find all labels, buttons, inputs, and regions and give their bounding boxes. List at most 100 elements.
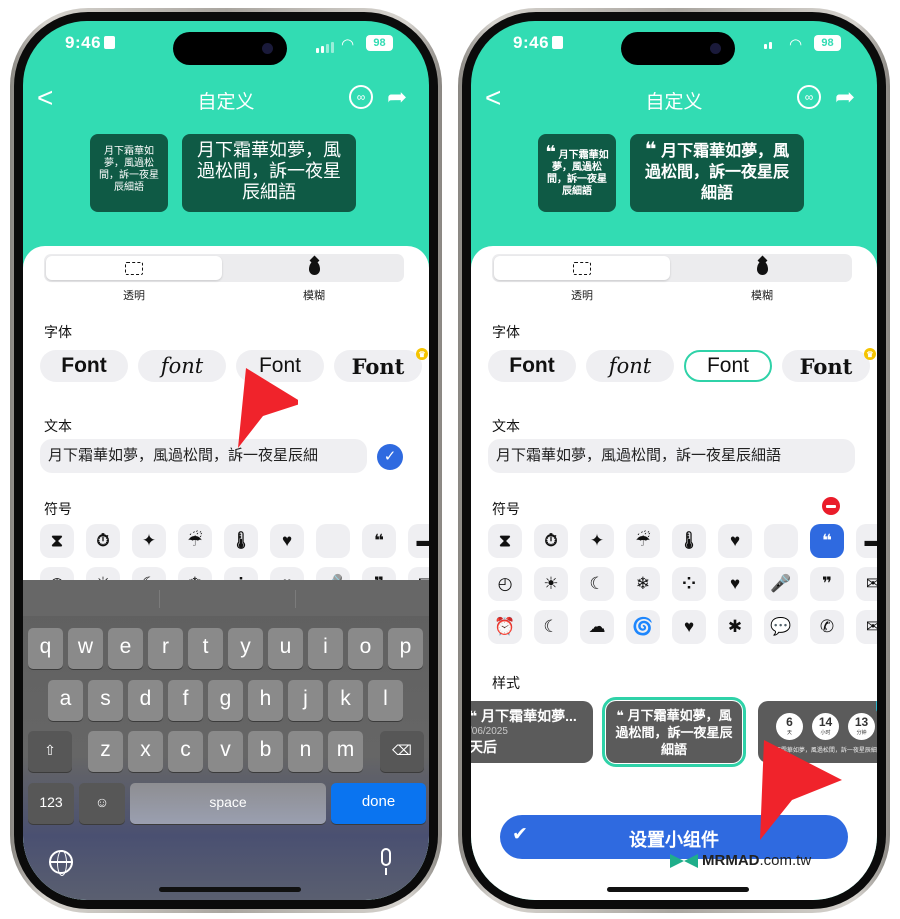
- key-e[interactable]: e: [108, 628, 143, 669]
- symbol-option[interactable]: ⏱: [534, 524, 568, 558]
- key-n[interactable]: n: [288, 731, 323, 772]
- symbol-option[interactable]: ♥: [270, 524, 304, 558]
- symbol-option[interactable]: ☾: [580, 567, 614, 601]
- key-d[interactable]: d: [128, 680, 163, 721]
- key-b[interactable]: b: [248, 731, 283, 772]
- symbol-option[interactable]: ♥: [718, 567, 752, 601]
- symbol-option[interactable]: ▬: [408, 524, 429, 558]
- key-o[interactable]: o: [348, 628, 383, 669]
- key-s[interactable]: s: [88, 680, 123, 721]
- key-t[interactable]: t: [188, 628, 223, 669]
- key-a[interactable]: a: [48, 680, 83, 721]
- symbol-option[interactable]: ❝: [362, 524, 396, 558]
- share-icon[interactable]: ➦: [835, 83, 855, 112]
- font-option-bold[interactable]: Font: [40, 350, 128, 382]
- segment-transparent[interactable]: [46, 256, 222, 280]
- symbol-option[interactable]: ☁: [580, 610, 614, 644]
- symbol-option[interactable]: ✦: [132, 524, 166, 558]
- key-k[interactable]: k: [328, 680, 363, 721]
- symbol-option[interactable]: ✱: [718, 610, 752, 644]
- nav-bar: < 自定义 ∞ ➦: [471, 83, 877, 117]
- symbol-option[interactable]: ❝: [810, 524, 844, 558]
- space-key[interactable]: space: [130, 783, 326, 824]
- symbol-option[interactable]: ♥: [718, 524, 752, 558]
- key-v[interactable]: v: [208, 731, 243, 772]
- share-icon[interactable]: ➦: [387, 83, 407, 112]
- symbol-option[interactable]: 🌡: [672, 524, 706, 558]
- key-w[interactable]: w: [68, 628, 103, 669]
- font-option-script[interactable]: font: [138, 350, 226, 382]
- text-input[interactable]: 月下霜華如夢，風過松間，訴一夜星辰細: [40, 439, 367, 473]
- symbol-option[interactable]: ✦: [580, 524, 614, 558]
- style-option-date[interactable]: ❝ 月下霜華如夢... /06/2025 天后: [471, 701, 593, 763]
- symbol-option[interactable]: ❞: [810, 567, 844, 601]
- key-p[interactable]: p: [388, 628, 423, 669]
- key-l[interactable]: l: [368, 680, 403, 721]
- font-option-script[interactable]: font: [586, 350, 674, 382]
- symbol-option[interactable]: 🌀: [626, 610, 660, 644]
- delete-key[interactable]: ⌫: [380, 731, 424, 772]
- widget-previews: 月下霜華如夢，風過松間，訴一夜星辰細語 月下霜華如夢，風過松間，訴一夜星辰細語: [23, 134, 429, 214]
- confirm-text-button[interactable]: ✓: [377, 444, 403, 470]
- symbol-option[interactable]: 🎤: [764, 567, 798, 601]
- key-g[interactable]: g: [208, 680, 243, 721]
- symbol-option[interactable]: [764, 524, 798, 558]
- symbol-option[interactable]: ▬: [856, 524, 877, 558]
- key-x[interactable]: x: [128, 731, 163, 772]
- key-u[interactable]: u: [268, 628, 303, 669]
- text-input[interactable]: 月下霜華如夢，風過松間，訴一夜星辰細語: [488, 439, 855, 473]
- microphone-icon[interactable]: [381, 848, 391, 875]
- key-h[interactable]: h: [248, 680, 283, 721]
- done-key[interactable]: done: [331, 783, 426, 824]
- dashed-rect-icon: [125, 261, 143, 275]
- symbol-option[interactable]: ◴: [488, 567, 522, 601]
- font-option-blackletter[interactable]: Font ♛: [334, 348, 428, 382]
- key-f[interactable]: f: [168, 680, 203, 721]
- watermark: MRMAD.com.tw: [670, 852, 811, 869]
- symbol-option[interactable]: ☾: [534, 610, 568, 644]
- symbol-option[interactable]: 💬: [764, 610, 798, 644]
- key-z[interactable]: z: [88, 731, 123, 772]
- key-q[interactable]: q: [28, 628, 63, 669]
- symbol-option[interactable]: ♥: [672, 610, 706, 644]
- key-j[interactable]: j: [288, 680, 323, 721]
- symbol-option[interactable]: ⧗: [40, 524, 74, 558]
- link-icon[interactable]: ∞: [349, 85, 373, 109]
- symbol-option[interactable]: ✉: [856, 567, 877, 601]
- segment-transparent[interactable]: [494, 256, 670, 280]
- remove-symbol-button[interactable]: [822, 497, 840, 515]
- key-i[interactable]: i: [308, 628, 343, 669]
- symbol-option[interactable]: ⏰: [488, 610, 522, 644]
- symbol-option[interactable]: 🌡: [224, 524, 258, 558]
- symbol-option[interactable]: [316, 524, 350, 558]
- font-option-rounded[interactable]: Font: [684, 350, 772, 382]
- emoji-key[interactable]: ☺: [79, 783, 125, 824]
- symbol-option[interactable]: ✉: [856, 610, 877, 644]
- symbol-option[interactable]: ✆: [810, 610, 844, 644]
- segment-blur[interactable]: [226, 256, 402, 280]
- key-m[interactable]: m: [328, 731, 363, 772]
- key-r[interactable]: r: [148, 628, 183, 669]
- symbol-option[interactable]: ☔: [178, 524, 212, 558]
- symbol-option[interactable]: ⁘: [672, 567, 706, 601]
- crown-icon: ♛: [416, 348, 428, 360]
- quote-icon: ❝: [545, 142, 556, 162]
- segment-blur[interactable]: [674, 256, 850, 280]
- numbers-key[interactable]: 123: [28, 783, 74, 824]
- key-c[interactable]: c: [168, 731, 203, 772]
- style-option-quote[interactable]: ❝ 月下霜華如夢，風過松間，訴一夜星辰細語: [602, 697, 746, 767]
- symbol-option[interactable]: ⏱: [86, 524, 120, 558]
- wifi-icon: ◠: [341, 36, 355, 53]
- link-icon[interactable]: ∞: [797, 85, 821, 109]
- key-y[interactable]: y: [228, 628, 263, 669]
- symbol-option[interactable]: ⧗: [488, 524, 522, 558]
- font-option-blackletter[interactable]: Font ♛: [782, 348, 876, 382]
- symbol-option[interactable]: ☔: [626, 524, 660, 558]
- symbol-option[interactable]: ❄: [626, 567, 660, 601]
- symbol-option[interactable]: ☀: [534, 567, 568, 601]
- settings-sheet: 透明 模糊 字体 Font font Font Font ♛ 文本 月下霜華如夢，…: [23, 246, 429, 900]
- preview-small-widget: ❝ 月下霜華如夢，風過松間，訴一夜星辰細語: [538, 134, 616, 212]
- globe-icon[interactable]: [49, 850, 73, 876]
- font-option-bold[interactable]: Font: [488, 350, 576, 382]
- shift-key[interactable]: ⇧: [28, 731, 72, 772]
